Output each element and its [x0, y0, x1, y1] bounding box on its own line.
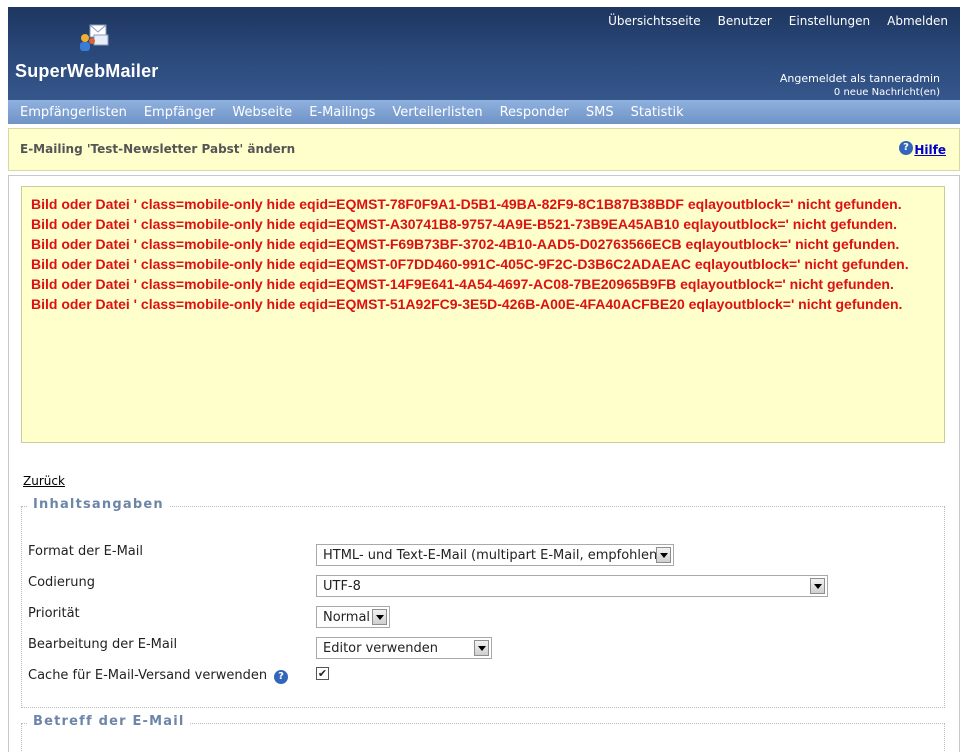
top-links: Übersichtsseite Benutzer Einstellungen A…: [608, 14, 948, 28]
nav-item-responder[interactable]: Responder: [500, 105, 569, 120]
top-link-logout[interactable]: Abmelden: [887, 14, 948, 28]
app-header: SuperWebMailer Übersichtsseite Benutzer …: [8, 7, 960, 100]
editing-select-value: Editor verwenden: [323, 641, 439, 656]
page-title-bar: E-Mailing 'Test-Newsletter Pabst' ändern…: [8, 128, 960, 171]
brand-logo[interactable]: SuperWebMailer: [15, 61, 159, 82]
login-info: Angemeldet als tanneradmin: [779, 72, 940, 85]
top-link-users[interactable]: Benutzer: [718, 14, 772, 28]
fieldset-legend: Betreff der E-Mail: [28, 714, 190, 729]
nav-item-recipient-lists[interactable]: Empfängerlisten: [20, 105, 127, 120]
priority-label: Priorität: [28, 606, 80, 621]
back-link[interactable]: Zurück: [23, 474, 65, 488]
help-link[interactable]: Hilfe: [914, 143, 946, 157]
priority-select[interactable]: Normal: [316, 606, 390, 628]
encoding-select-value: UTF-8: [323, 579, 361, 594]
nav-item-emailings[interactable]: E-Mailings: [309, 105, 375, 120]
nav-item-distribution-lists[interactable]: Verteilerlisten: [392, 105, 482, 120]
error-message: Bild oder Datei ' class=mobile-only hide…: [31, 256, 909, 272]
messages-info[interactable]: 0 neue Nachricht(en): [834, 87, 940, 98]
priority-select-value: Normal: [323, 610, 371, 625]
cache-label: Cache für E-Mail-Versand verwenden: [28, 668, 268, 683]
format-label: Format der E-Mail: [28, 544, 143, 559]
error-message-box: Bild oder Datei ' class=mobile-only hide…: [21, 186, 945, 443]
top-link-settings[interactable]: Einstellungen: [789, 14, 870, 28]
chevron-down-icon[interactable]: [810, 578, 825, 594]
nav-item-recipients[interactable]: Empfänger: [144, 105, 216, 120]
nav-item-sms[interactable]: SMS: [586, 105, 614, 120]
editing-select[interactable]: Editor verwenden: [316, 637, 492, 659]
error-message: Bild oder Datei ' class=mobile-only hide…: [31, 296, 903, 312]
help-icon[interactable]: ?: [274, 670, 288, 684]
format-select[interactable]: HTML- und Text-E-Mail (multipart E-Mail,…: [316, 544, 674, 566]
editing-label: Bearbeitung der E-Mail: [28, 637, 178, 652]
encoding-select[interactable]: UTF-8: [316, 575, 828, 597]
chevron-down-icon[interactable]: [656, 547, 671, 563]
error-message: Bild oder Datei ' class=mobile-only hide…: [31, 196, 902, 212]
top-link-overview[interactable]: Übersichtsseite: [608, 14, 701, 28]
format-select-value: HTML- und Text-E-Mail (multipart E-Mail,…: [323, 548, 663, 563]
help-icon[interactable]: ?: [899, 141, 913, 155]
fieldset-legend: Inhaltsangaben: [28, 497, 169, 512]
content-area: Bild oder Datei ' class=mobile-only hide…: [8, 175, 960, 752]
cache-checkbox[interactable]: ✔: [316, 667, 329, 680]
content-details-fieldset: Inhaltsangaben Format der E-Mail HTML- u…: [21, 497, 945, 708]
nav-item-statistics[interactable]: Statistik: [631, 105, 684, 120]
subject-fieldset: Betreff der E-Mail: [21, 714, 945, 752]
encoding-label: Codierung: [28, 575, 95, 590]
mail-users-logo-icon: [80, 24, 109, 51]
main-navigation: Empfängerlisten Empfänger Webseite E-Mai…: [8, 100, 960, 124]
page-title: E-Mailing 'Test-Newsletter Pabst' ändern: [20, 142, 296, 156]
error-message: Bild oder Datei ' class=mobile-only hide…: [31, 276, 894, 292]
error-message: Bild oder Datei ' class=mobile-only hide…: [31, 216, 897, 232]
chevron-down-icon[interactable]: [372, 609, 387, 625]
nav-item-website[interactable]: Webseite: [232, 105, 292, 120]
chevron-down-icon[interactable]: [474, 640, 489, 656]
error-message: Bild oder Datei ' class=mobile-only hide…: [31, 236, 900, 252]
